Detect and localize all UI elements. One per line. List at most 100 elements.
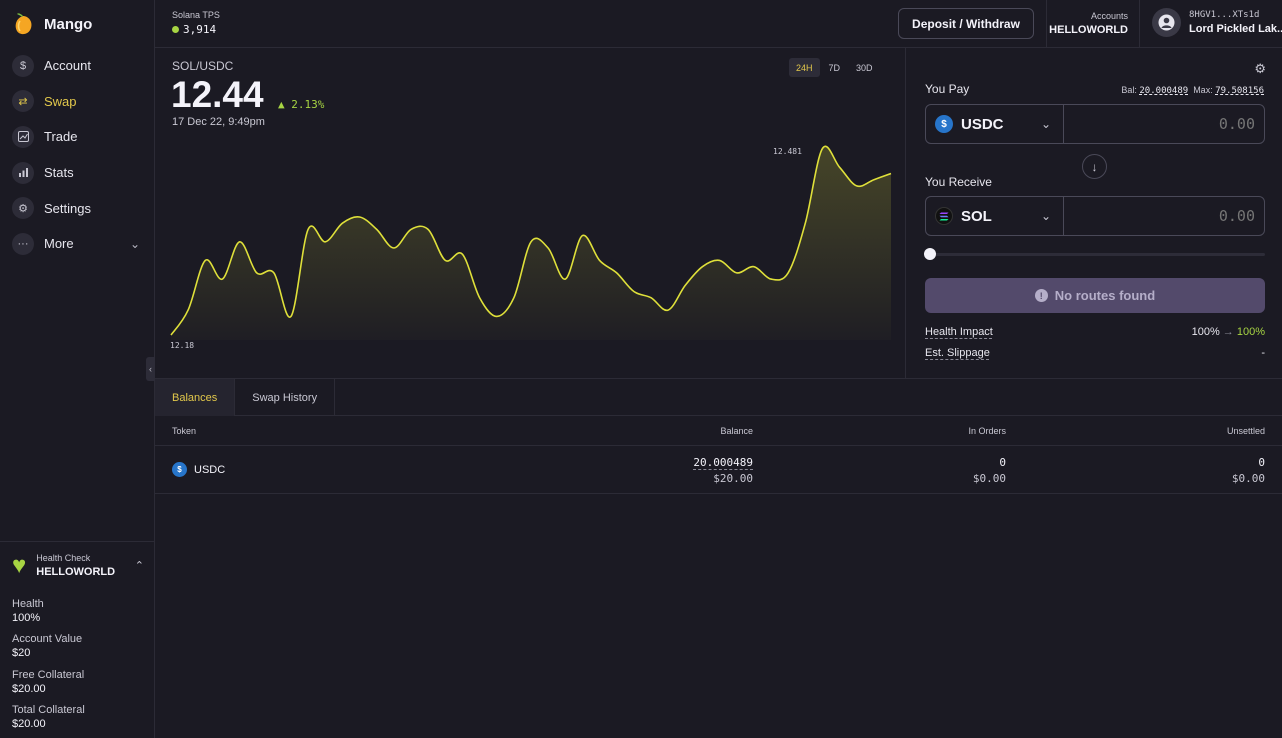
no-routes-label: No routes found bbox=[1054, 288, 1156, 303]
account-value-stat: Account Value $20 bbox=[12, 633, 82, 659]
info-icon: ! bbox=[1034, 289, 1048, 302]
range-7d-button[interactable]: 7D bbox=[822, 58, 848, 77]
accounts-label: Accounts bbox=[1090, 11, 1128, 21]
stats-icon bbox=[12, 161, 34, 184]
receive-amount-input[interactable] bbox=[1064, 197, 1264, 235]
balance-usd: $20.00 bbox=[713, 472, 753, 485]
sidebar: Mango $ Account ⇄ Swap Trade Stats ⚙ Set… bbox=[0, 0, 155, 738]
balance-label: Bal: bbox=[1121, 85, 1137, 95]
column-header-unsettled: Unsettled bbox=[1226, 426, 1265, 436]
chevron-up-icon[interactable]: ⌃ bbox=[135, 559, 144, 572]
gear-icon: ⚙ bbox=[12, 197, 34, 220]
price-change: ▲ 2.13% bbox=[278, 98, 324, 111]
chevron-down-icon: ⌄ bbox=[1040, 117, 1051, 131]
arrow-down-icon: ↓ bbox=[1091, 159, 1098, 174]
you-pay-label: You Pay bbox=[925, 82, 970, 96]
health-impact-to: 100% bbox=[1236, 326, 1265, 338]
no-routes-button[interactable]: ! No routes found bbox=[925, 278, 1265, 313]
tab-swap-history[interactable]: Swap History bbox=[235, 379, 336, 416]
amount-slider-handle[interactable] bbox=[924, 248, 936, 260]
flip-direction-button[interactable]: ↓ bbox=[1082, 154, 1107, 179]
usdc-icon: $ bbox=[172, 462, 187, 477]
sidebar-item-label: Account bbox=[44, 58, 91, 74]
profile-menu[interactable]: 8HGV1...XTs1d Lord Pickled Lak... bbox=[1152, 8, 1282, 37]
receive-token-selector[interactable]: SOL ⌄ bbox=[926, 197, 1064, 235]
you-receive-label: You Receive bbox=[925, 175, 992, 189]
in-orders-usd: $0.00 bbox=[972, 472, 1006, 485]
health-check-title: Health Check bbox=[36, 553, 91, 563]
sidebar-item-label: Stats bbox=[44, 165, 74, 181]
user-icon bbox=[1158, 14, 1175, 31]
unsettled-cell: 0 $0.00 bbox=[1232, 456, 1265, 485]
total-collateral-value: $20.00 bbox=[12, 718, 46, 730]
sidebar-item-swap[interactable]: ⇄ Swap bbox=[0, 84, 154, 120]
total-collateral-label: Total Collateral bbox=[12, 704, 85, 716]
pay-token-selector[interactable]: $ USDC ⌄ bbox=[926, 105, 1064, 143]
logo[interactable]: Mango bbox=[12, 10, 92, 38]
trade-icon bbox=[12, 125, 34, 148]
tab-balances[interactable]: Balances bbox=[155, 379, 236, 416]
range-30d-button[interactable]: 30D bbox=[849, 58, 880, 77]
health-check-account: HELLOWORLD bbox=[36, 566, 116, 578]
triangle-up-icon: ▲ bbox=[278, 98, 285, 111]
health-impact-value: 100% → 100% bbox=[1192, 326, 1265, 338]
balance-amount[interactable]: 20.000489 bbox=[693, 456, 753, 469]
max-value[interactable]: 79.508156 bbox=[1215, 86, 1264, 96]
swap-settings-gear-icon[interactable]: ⚙ bbox=[1254, 61, 1266, 77]
profile-name: Lord Pickled Lak... bbox=[1189, 23, 1282, 35]
price-chart[interactable] bbox=[155, 138, 906, 348]
bottom-tabs: Balances Swap History bbox=[155, 379, 1282, 416]
total-collateral-stat: Total Collateral $20.00 bbox=[12, 704, 85, 730]
range-selector: 24H 7D 30D bbox=[789, 58, 880, 77]
free-collateral-value: $20.00 bbox=[12, 683, 46, 695]
health-check-panel: ♥ Health Check HELLOWORLD ⌃ Health 100% … bbox=[0, 541, 154, 738]
pay-amount-input[interactable] bbox=[1064, 105, 1264, 143]
free-collateral-stat: Free Collateral $20.00 bbox=[12, 669, 84, 695]
sidebar-collapse-button[interactable]: ‹ bbox=[146, 357, 155, 381]
column-header-in-orders: In Orders bbox=[968, 426, 1006, 436]
sidebar-item-settings[interactable]: ⚙ Settings bbox=[0, 190, 154, 226]
swap-icon: ⇄ bbox=[12, 90, 34, 113]
sidebar-item-label: Trade bbox=[44, 129, 78, 145]
pay-token-name: USDC bbox=[961, 115, 1004, 133]
sidebar-nav: $ Account ⇄ Swap Trade Stats ⚙ Settings … bbox=[0, 48, 154, 262]
in-orders-cell: 0 $0.00 bbox=[973, 456, 1006, 485]
column-header-token: Token bbox=[172, 426, 197, 436]
solana-tps: Solana TPS 3,914 bbox=[172, 10, 220, 36]
slippage-label[interactable]: Est. Slippage bbox=[925, 347, 990, 359]
range-24h-button[interactable]: 24H bbox=[789, 58, 820, 77]
avatar bbox=[1152, 8, 1181, 37]
sidebar-item-more[interactable]: ··· More ⌄ bbox=[0, 226, 154, 262]
tps-row: 3,914 bbox=[172, 23, 220, 36]
usdc-icon: $ bbox=[935, 115, 953, 133]
health-impact-from: 100% bbox=[1191, 326, 1220, 338]
deposit-withdraw-button[interactable]: Deposit / Withdraw bbox=[898, 8, 1034, 39]
amount-slider-track[interactable] bbox=[925, 253, 1265, 256]
health-stat-value: 100% bbox=[12, 612, 41, 624]
max-label: Max: bbox=[1193, 85, 1213, 95]
sol-icon bbox=[935, 207, 953, 225]
sidebar-item-account[interactable]: $ Account bbox=[0, 48, 154, 84]
app-name: Mango bbox=[44, 15, 93, 33]
account-value-value: $20 bbox=[12, 647, 31, 659]
unsettled-usd: $0.00 bbox=[1231, 472, 1265, 485]
health-impact-label[interactable]: Health Impact bbox=[925, 326, 993, 338]
sidebar-item-trade[interactable]: Trade bbox=[0, 119, 154, 155]
arrow-right-icon: → bbox=[1222, 326, 1237, 338]
balance-value[interactable]: 20.000489 bbox=[1139, 86, 1188, 96]
sidebar-item-stats[interactable]: Stats bbox=[0, 155, 154, 191]
accounts-value: HELLOWORLD bbox=[1049, 24, 1128, 36]
health-impact-row: Health Impact 100% → 100% bbox=[925, 326, 1265, 338]
balance-cell: 20.000489 $20.00 bbox=[693, 456, 753, 485]
price-date: 17 Dec 22, 9:49pm bbox=[172, 116, 265, 128]
price-chart-panel: SOL/USDC 12.44 ▲ 2.13% 17 Dec 22, 9:49pm… bbox=[155, 48, 906, 379]
accounts-selector[interactable]: Accounts HELLOWORLD bbox=[1047, 11, 1128, 36]
swap-form: ⚙ You Pay Bal: 20.000489 Max: 79.508156 … bbox=[906, 48, 1282, 379]
more-icon: ··· bbox=[12, 232, 34, 255]
slippage-row: Est. Slippage - bbox=[925, 347, 1265, 359]
health-check-header[interactable]: ♥ Health Check HELLOWORLD ⌃ bbox=[12, 553, 144, 578]
table-row: $ USDC 20.000489 $20.00 0 $0.00 0 $0.00 bbox=[155, 446, 1282, 494]
divider bbox=[1139, 0, 1140, 48]
heart-icon: ♥ bbox=[12, 551, 27, 579]
balances-table-header: Token Balance In Orders Unsettled bbox=[155, 416, 1282, 446]
